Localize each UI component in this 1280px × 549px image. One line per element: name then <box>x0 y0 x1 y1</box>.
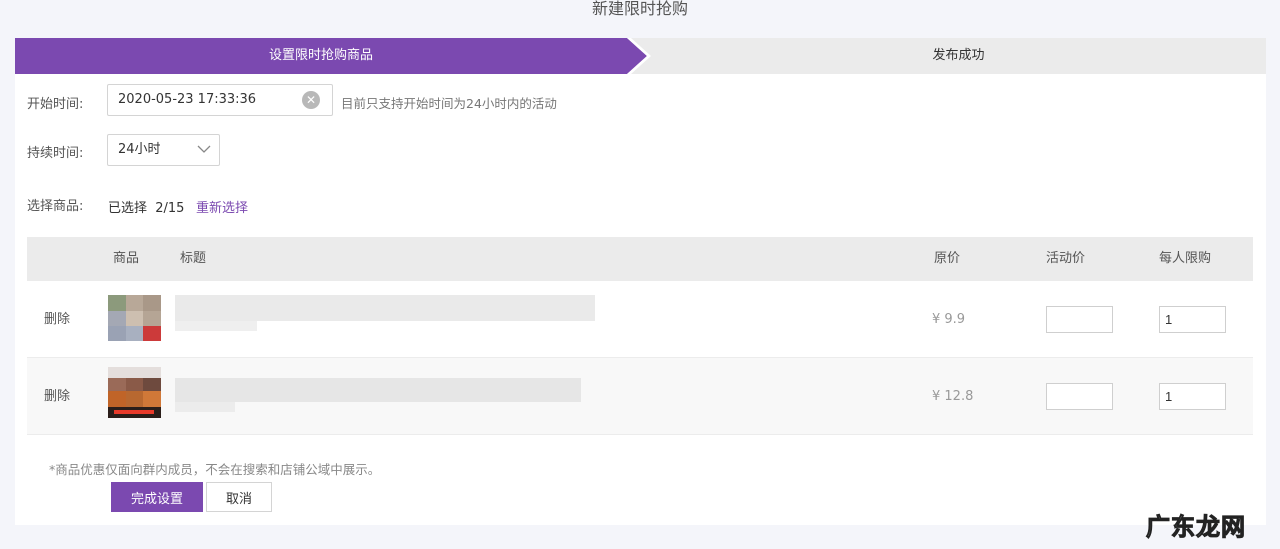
step-1-label: 设置限时抢购商品 <box>268 48 373 63</box>
select-goods-label: 选择商品: <box>27 199 84 214</box>
start-time-label: 开始时间: <box>27 97 84 112</box>
table-row: 删除 ¥ 12.8 <box>27 358 1253 435</box>
header-goods: 商品 <box>113 251 140 266</box>
start-time-hint: 目前只支持开始时间为24小时内的活动 <box>341 96 557 111</box>
chevron-down-icon <box>197 145 211 153</box>
page-title: 新建限时抢购 <box>591 0 688 18</box>
product-title-blurred <box>175 378 581 402</box>
original-price: ¥ 12.8 <box>932 389 974 404</box>
product-thumbnail <box>108 295 161 341</box>
original-price: ¥ 9.9 <box>932 312 966 327</box>
duration-value: 24小时 <box>118 142 161 157</box>
product-subtitle-blurred <box>175 321 257 331</box>
step-bar: 设置限时抢购商品 发布成功 <box>15 38 1266 74</box>
product-thumbnail <box>108 367 161 418</box>
watermark-logo: 广东龙网 <box>1146 513 1246 542</box>
reselect-link[interactable]: 重新选择 <box>196 197 248 216</box>
selected-count: 已选择 2/15 <box>108 201 185 216</box>
delete-button[interactable]: 删除 <box>44 358 70 435</box>
header-orig-price: 原价 <box>934 251 961 266</box>
activity-price-input[interactable] <box>1046 383 1113 410</box>
member-only-note: *商品优惠仅面向群内成员，不会在搜索和店铺公域中展示。 <box>49 462 381 477</box>
start-time-value: 2020-05-23 17:33:36 <box>118 92 257 107</box>
activity-price-input[interactable] <box>1046 306 1113 333</box>
cancel-button[interactable]: 取消 <box>206 482 272 512</box>
header-title: 标题 <box>180 251 207 266</box>
duration-label: 持续时间: <box>27 146 84 161</box>
form-card: 设置限时抢购商品 发布成功 开始时间: 2020-05-23 17:33:36 … <box>15 38 1266 525</box>
finish-setup-button[interactable]: 完成设置 <box>111 482 203 512</box>
duration-select[interactable]: 24小时 <box>107 134 220 166</box>
table-row: 删除 ¥ 9.9 <box>27 281 1253 358</box>
start-time-input[interactable]: 2020-05-23 17:33:36 ✕ <box>107 84 333 116</box>
step-2-label: 发布成功 <box>932 48 985 63</box>
limit-input[interactable] <box>1159 306 1226 333</box>
clear-icon[interactable]: ✕ <box>302 91 320 109</box>
header-activity-price: 活动价 <box>1046 251 1086 266</box>
header-limit: 每人限购 <box>1159 251 1212 266</box>
product-subtitle-blurred <box>175 402 235 412</box>
table-header: 商品 标题 原价 活动价 每人限购 <box>27 237 1253 281</box>
limit-input[interactable] <box>1159 383 1226 410</box>
delete-button[interactable]: 删除 <box>44 281 70 358</box>
goods-table: 商品 标题 原价 活动价 每人限购 删除 ¥ 9.9 1 删除 ¥ 12.8 1 <box>27 237 1253 435</box>
product-title-blurred <box>175 295 595 321</box>
